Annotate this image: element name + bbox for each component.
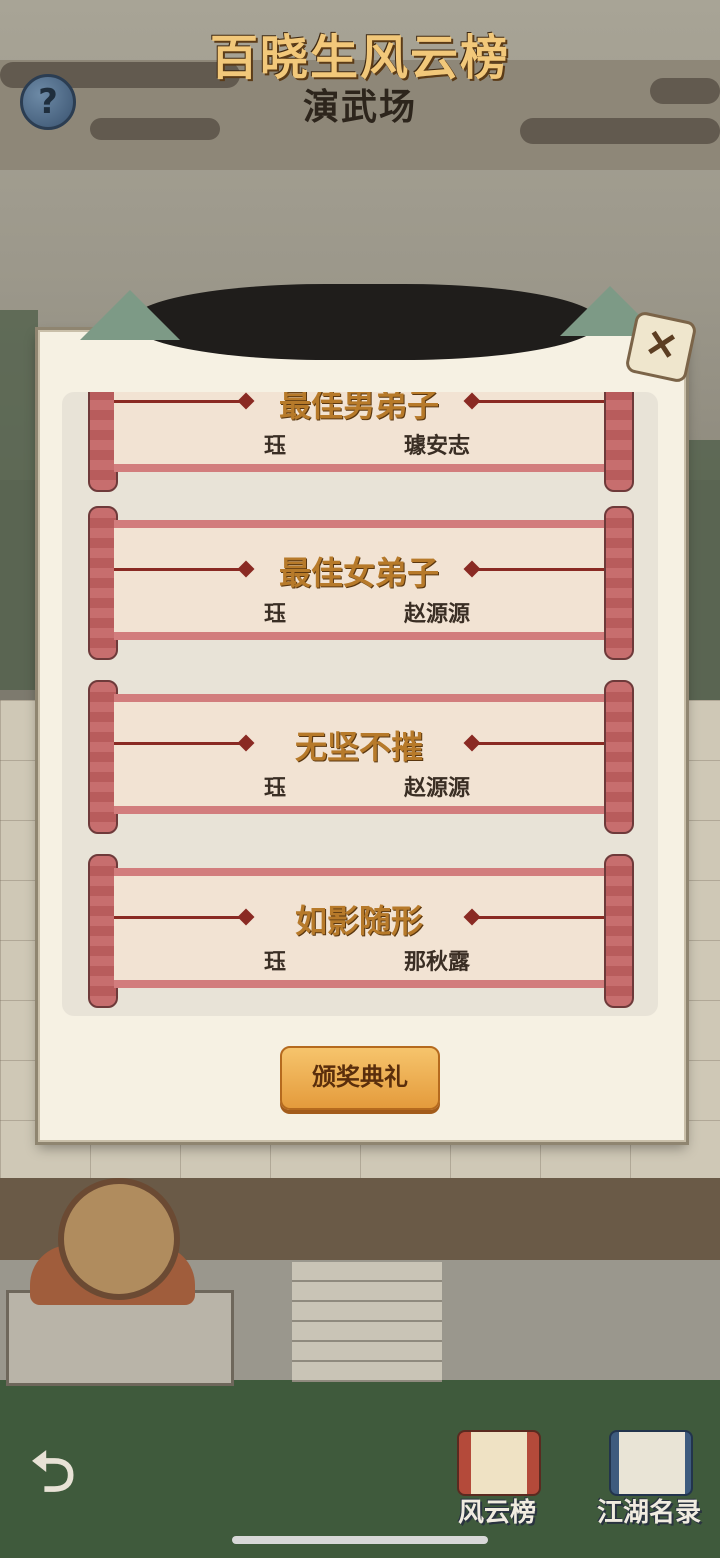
mountain-decoration bbox=[80, 290, 180, 340]
award-scroll: 最佳女弟子 珏 赵源源 bbox=[88, 506, 634, 660]
scroll-paper: 无坚不摧 珏 赵源源 bbox=[114, 694, 604, 814]
winner-name: 珏 bbox=[264, 433, 287, 458]
back-button[interactable]: ⮌ bbox=[8, 1438, 98, 1508]
war-drum[interactable] bbox=[58, 1178, 180, 1300]
winner-name: 那秋露 bbox=[404, 949, 471, 974]
nav-label: 江湖名录 bbox=[596, 1498, 701, 1528]
award-scroll: 最佳男弟子 珏 璩安志 bbox=[88, 392, 634, 492]
divider-line bbox=[474, 742, 604, 745]
winner-name: 珏 bbox=[264, 949, 287, 974]
award-scroll: 无坚不摧 珏 赵源源 bbox=[88, 680, 634, 834]
close-icon: ✕ bbox=[641, 319, 682, 370]
bamboo-tree bbox=[684, 440, 720, 700]
award-title: 最佳女弟子 bbox=[278, 554, 439, 592]
bamboo-tree bbox=[0, 310, 38, 690]
book-icon bbox=[609, 1430, 693, 1496]
award-ceremony-button[interactable]: 颁奖典礼 bbox=[280, 1046, 440, 1110]
scroll-rod bbox=[604, 680, 634, 834]
scroll-icon bbox=[457, 1430, 541, 1496]
award-title: 如影随形 bbox=[294, 902, 423, 940]
modal-title-banner bbox=[40, 268, 680, 368]
modal-title: 百晓生风云榜 bbox=[209, 30, 510, 86]
scroll-paper: 最佳男弟子 珏 璩安志 bbox=[114, 392, 604, 472]
scroll-paper: 最佳女弟子 珏 赵源源 bbox=[114, 520, 604, 640]
winner-name: 赵源源 bbox=[404, 775, 471, 800]
award-scroll: 如影随形 珏 那秋露 bbox=[88, 854, 634, 1008]
nav-label: 风云榜 bbox=[457, 1498, 536, 1528]
stone-stairs bbox=[292, 1262, 442, 1382]
nav-fengyun-ranking[interactable]: 风云榜 bbox=[432, 1430, 562, 1530]
divider-line bbox=[474, 400, 604, 403]
winner-name: 珏 bbox=[264, 775, 287, 800]
home-indicator[interactable] bbox=[232, 1536, 488, 1544]
close-button[interactable]: ✕ bbox=[624, 310, 698, 384]
back-arrow-icon: ⮌ bbox=[30, 1440, 76, 1505]
divider-line bbox=[474, 568, 604, 571]
divider-line bbox=[474, 916, 604, 919]
award-title: 无坚不摧 bbox=[294, 728, 423, 766]
winner-name: 赵源源 bbox=[404, 601, 471, 626]
scroll-rod bbox=[604, 392, 634, 492]
awards-list[interactable]: 最佳男弟子 珏 璩安志 最佳女弟子 珏 赵源源 无坚不摧 珏 赵源源 如影随形 … bbox=[62, 392, 658, 1016]
scroll-rod bbox=[604, 854, 634, 1008]
winner-name: 璩安志 bbox=[404, 433, 471, 458]
nav-jianghu-directory[interactable]: 江湖名录 bbox=[584, 1430, 714, 1530]
scroll-paper: 如影随形 珏 那秋露 bbox=[114, 868, 604, 988]
ink-cloud-decoration bbox=[130, 284, 600, 360]
scroll-rod bbox=[604, 506, 634, 660]
award-title: 最佳男弟子 bbox=[278, 392, 439, 424]
winner-name: 珏 bbox=[264, 601, 287, 626]
